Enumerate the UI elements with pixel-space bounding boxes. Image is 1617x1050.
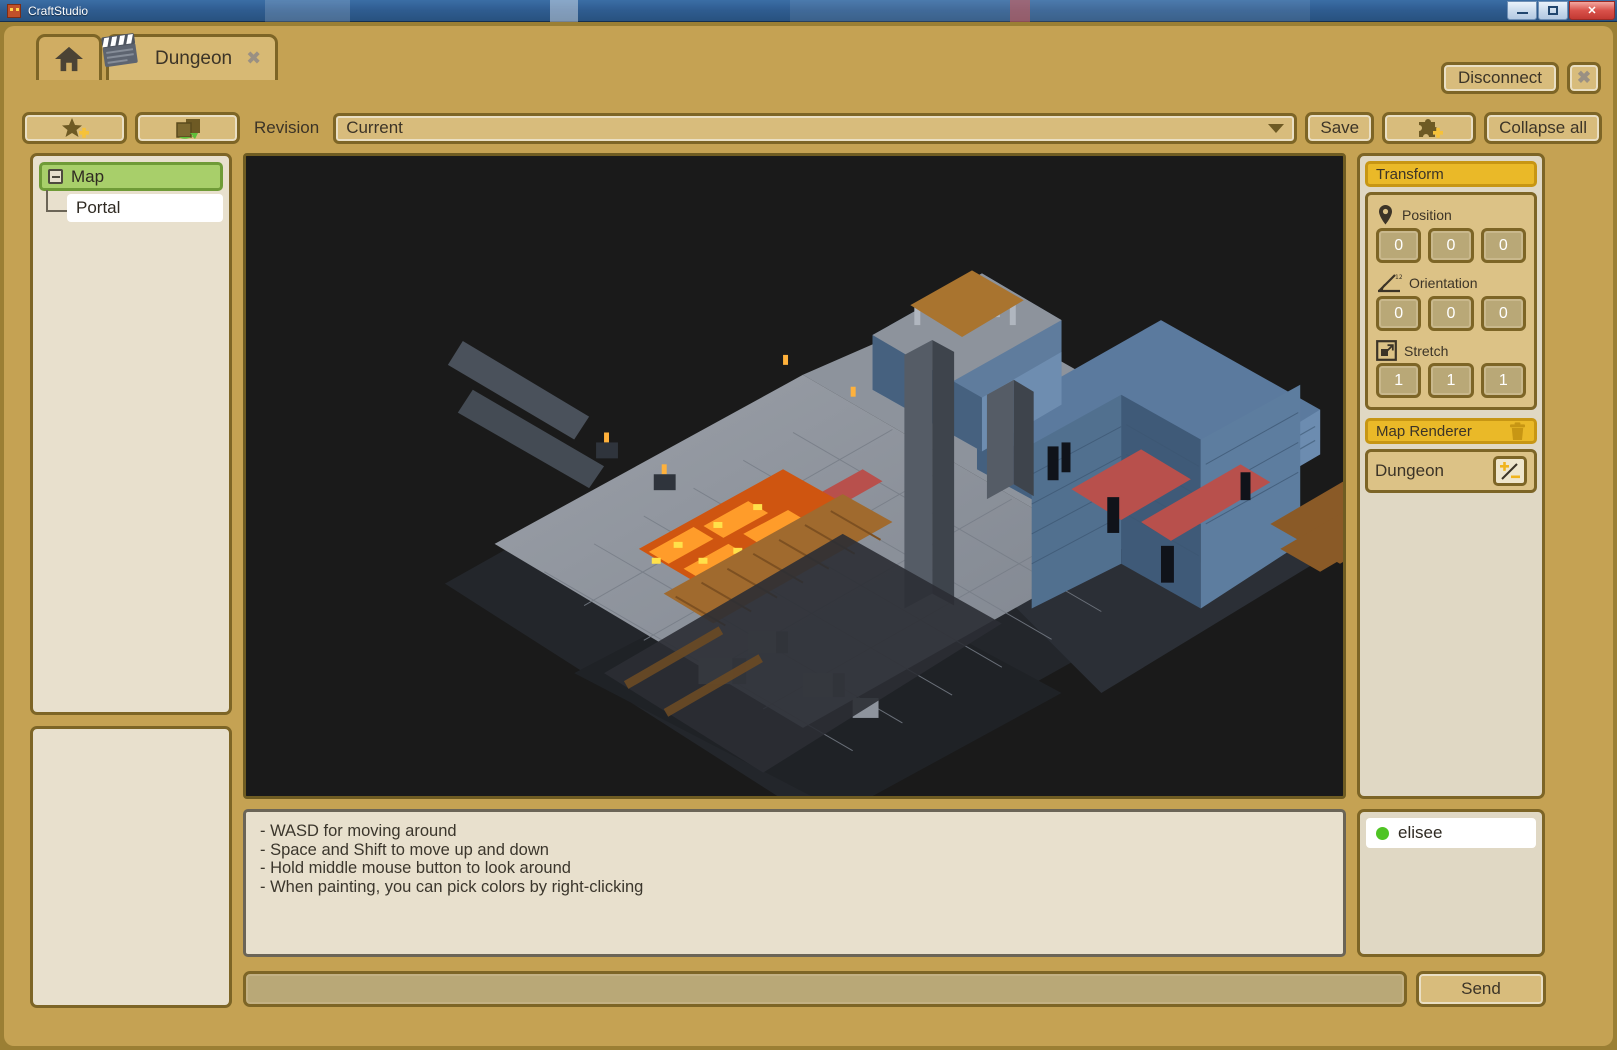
home-icon bbox=[55, 46, 83, 71]
toolbar: Revision Current Save Collapse all bbox=[22, 110, 1602, 146]
asset-pick-button[interactable] bbox=[1493, 456, 1527, 486]
orientation-z-input[interactable]: 0 bbox=[1480, 296, 1526, 331]
tree-item-portal[interactable]: Portal bbox=[67, 194, 223, 222]
collapse-all-button[interactable]: Collapse all bbox=[1484, 112, 1602, 144]
map-renderer-section-header[interactable]: Map Renderer bbox=[1365, 418, 1537, 444]
send-button[interactable]: Send bbox=[1416, 971, 1546, 1007]
stretch-z-input[interactable]: 1 bbox=[1480, 363, 1526, 398]
stretch-fields: 1 1 1 bbox=[1376, 363, 1526, 398]
angle-degrees-icon: 12° bbox=[1378, 274, 1402, 293]
help-line: - Space and Shift to move up and down bbox=[260, 840, 549, 859]
craftstudio-cube-icon bbox=[6, 3, 22, 19]
scene-viewport[interactable] bbox=[243, 153, 1346, 799]
user-list-item[interactable]: elisee bbox=[1366, 818, 1536, 848]
map-renderer-section-title: Map Renderer bbox=[1376, 422, 1472, 440]
help-text-panel: - WASD for moving around - Space and Shi… bbox=[243, 809, 1346, 957]
chevron-down-icon bbox=[1268, 123, 1285, 133]
os-window-title: CraftStudio bbox=[28, 3, 89, 18]
save-button[interactable]: Save bbox=[1305, 112, 1375, 144]
svg-text:12°: 12° bbox=[1395, 274, 1402, 281]
window-controls: ✕ bbox=[1506, 0, 1617, 21]
asset-list-panel[interactable] bbox=[30, 726, 232, 1008]
tree-item-map[interactable]: Map bbox=[39, 162, 223, 191]
collapse-toggle-icon[interactable] bbox=[48, 169, 63, 184]
tab-strip: Dungeon ✖ bbox=[8, 28, 1609, 80]
orientation-label: Orientation bbox=[1409, 275, 1478, 291]
position-z-input[interactable]: 0 bbox=[1480, 228, 1526, 263]
dungeon-3d-render bbox=[246, 156, 1343, 796]
minimize-button[interactable] bbox=[1507, 0, 1537, 20]
stretch-x-input[interactable]: 1 bbox=[1376, 363, 1422, 398]
orientation-row: 12° Orientation bbox=[1376, 272, 1526, 294]
stretch-label: Stretch bbox=[1404, 342, 1449, 359]
revision-select[interactable]: Current bbox=[333, 112, 1298, 144]
chat-input[interactable] bbox=[243, 971, 1407, 1007]
duplicate-icon bbox=[175, 119, 200, 139]
transform-section-header[interactable]: Transform bbox=[1365, 161, 1537, 187]
disconnect-button[interactable]: Disconnect bbox=[1441, 62, 1559, 94]
stretch-row: Stretch bbox=[1376, 340, 1526, 361]
transform-section-title: Transform bbox=[1376, 165, 1444, 183]
position-x-input[interactable]: 0 bbox=[1376, 228, 1422, 263]
position-label: Position bbox=[1402, 207, 1452, 223]
favorite-button[interactable] bbox=[22, 112, 127, 144]
user-list-panel: elisee bbox=[1357, 809, 1545, 957]
online-status-icon bbox=[1376, 826, 1389, 840]
app-close-button[interactable]: ✖ bbox=[1567, 62, 1601, 94]
maximize-button[interactable] bbox=[1538, 0, 1568, 20]
orientation-x-input[interactable]: 0 bbox=[1376, 296, 1422, 331]
orientation-y-input[interactable]: 0 bbox=[1428, 296, 1474, 331]
header-actions: Disconnect ✖ bbox=[1441, 62, 1601, 94]
trash-icon[interactable] bbox=[1509, 421, 1526, 441]
help-line: - Hold middle mouse button to look aroun… bbox=[260, 859, 571, 878]
close-button[interactable]: ✕ bbox=[1569, 0, 1615, 20]
scene-tree-panel: Map Portal bbox=[30, 153, 232, 715]
application-window: Dungeon ✖ Disconnect ✖ Revision Current bbox=[0, 22, 1617, 1050]
help-line: - When painting, you can pick colors by … bbox=[260, 877, 644, 896]
tab-close-icon[interactable]: ✖ bbox=[246, 49, 261, 68]
tree-item-portal-row: Portal bbox=[39, 190, 223, 222]
os-title-bar: CraftStudio ✕ bbox=[0, 0, 1617, 22]
tab-home[interactable] bbox=[36, 34, 102, 80]
puzzle-plus-icon bbox=[1419, 119, 1444, 138]
plus-minus-icon bbox=[1500, 461, 1520, 480]
position-fields: 0 0 0 bbox=[1376, 228, 1526, 263]
tree-item-portal-label: Portal bbox=[76, 198, 121, 217]
revision-value: Current bbox=[346, 118, 403, 137]
clapperboard-icon bbox=[101, 33, 138, 67]
tab-dungeon-label: Dungeon bbox=[155, 47, 233, 69]
add-plugin-button[interactable] bbox=[1382, 112, 1477, 144]
position-y-input[interactable]: 0 bbox=[1428, 228, 1474, 263]
stretch-y-input[interactable]: 1 bbox=[1428, 363, 1474, 398]
inspector-panel: Transform Position 0 0 0 12° bbox=[1357, 153, 1545, 799]
tree-item-map-label: Map bbox=[71, 166, 105, 186]
star-plus-icon bbox=[61, 118, 89, 138]
map-renderer-asset-name: Dungeon bbox=[1375, 461, 1445, 480]
user-name: elisee bbox=[1398, 823, 1443, 842]
revision-label: Revision bbox=[254, 118, 320, 137]
map-renderer-asset-row: Dungeon bbox=[1365, 449, 1537, 493]
help-line: - WASD for moving around bbox=[260, 822, 457, 840]
tab-dungeon[interactable]: Dungeon ✖ bbox=[101, 33, 279, 80]
resize-arrow-icon bbox=[1376, 340, 1397, 361]
position-row: Position bbox=[1376, 204, 1526, 226]
duplicate-button[interactable] bbox=[135, 112, 240, 144]
tree-guide-line bbox=[46, 190, 68, 212]
orientation-fields: 0 0 0 bbox=[1376, 296, 1526, 331]
map-pin-icon bbox=[1379, 205, 1392, 225]
transform-section-body: Position 0 0 0 12° Orientation 0 0 0 bbox=[1365, 192, 1537, 410]
